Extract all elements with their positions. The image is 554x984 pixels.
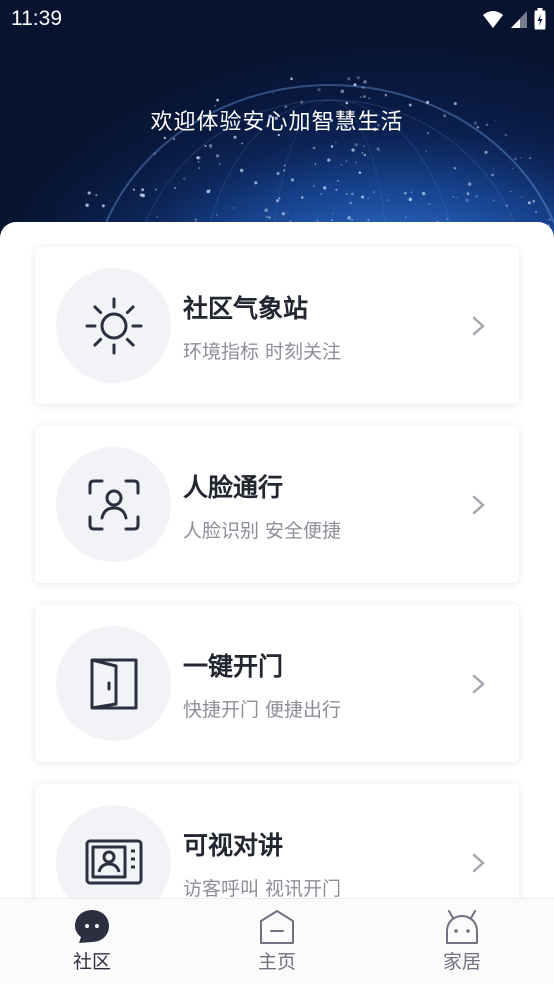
chevron-right-icon <box>472 674 485 694</box>
bottom-tab-bar: 社区 主页 家居 <box>0 898 554 984</box>
tab-label: 社区 <box>72 951 111 973</box>
chevron-right-icon <box>472 316 485 336</box>
face-scan-icon <box>88 479 139 530</box>
card-subtitle: 访客呼叫 视讯开门 <box>183 878 342 898</box>
sun-icon <box>85 297 142 354</box>
card-subtitle: 环境指标 时刻关注 <box>183 341 342 363</box>
welcome-text: 欢迎体验安心加智慧生活 <box>150 110 404 135</box>
card-one-key-open[interactable]: 一键开门 快捷开门 便捷出行 <box>35 605 519 762</box>
status-bar: 11:39 <box>0 0 554 40</box>
chevron-right-icon <box>472 495 485 515</box>
tab-community[interactable]: 社区 <box>32 899 152 984</box>
card-title: 可视对讲 <box>183 831 284 860</box>
card-face-access[interactable]: 人脸通行 人脸识别 安全便捷 <box>35 426 519 583</box>
tab-label: 家居 <box>442 951 481 973</box>
card-title: 人脸通行 <box>183 473 284 502</box>
card-title: 一键开门 <box>183 652 284 681</box>
video-intercom-icon <box>85 839 142 884</box>
battery-icon <box>534 8 546 30</box>
chevron-right-icon <box>472 853 485 873</box>
signal-icon <box>511 11 527 28</box>
door-icon <box>90 658 137 709</box>
wifi-icon <box>483 11 503 28</box>
android-icon <box>446 910 478 944</box>
card-video-intercom[interactable]: 可视对讲 访客呼叫 视讯开门 <box>35 784 519 898</box>
tab-smart-home[interactable]: 家居 <box>402 899 522 984</box>
home-icon <box>260 910 294 944</box>
feature-list: 社区气象站 环境指标 时刻关注 人脸通行 人脸识别 安全便捷 一键开门 快捷开门… <box>0 222 554 898</box>
card-title: 社区气象站 <box>183 294 309 323</box>
chat-bubble-icon <box>75 910 109 943</box>
card-subtitle: 人脸识别 安全便捷 <box>183 520 342 542</box>
card-subtitle: 快捷开门 便捷出行 <box>183 699 342 721</box>
tab-home[interactable]: 主页 <box>217 899 337 984</box>
tab-label: 主页 <box>257 951 296 973</box>
status-time: 11:39 <box>11 7 62 30</box>
card-weather-station[interactable]: 社区气象站 环境指标 时刻关注 <box>35 247 519 404</box>
